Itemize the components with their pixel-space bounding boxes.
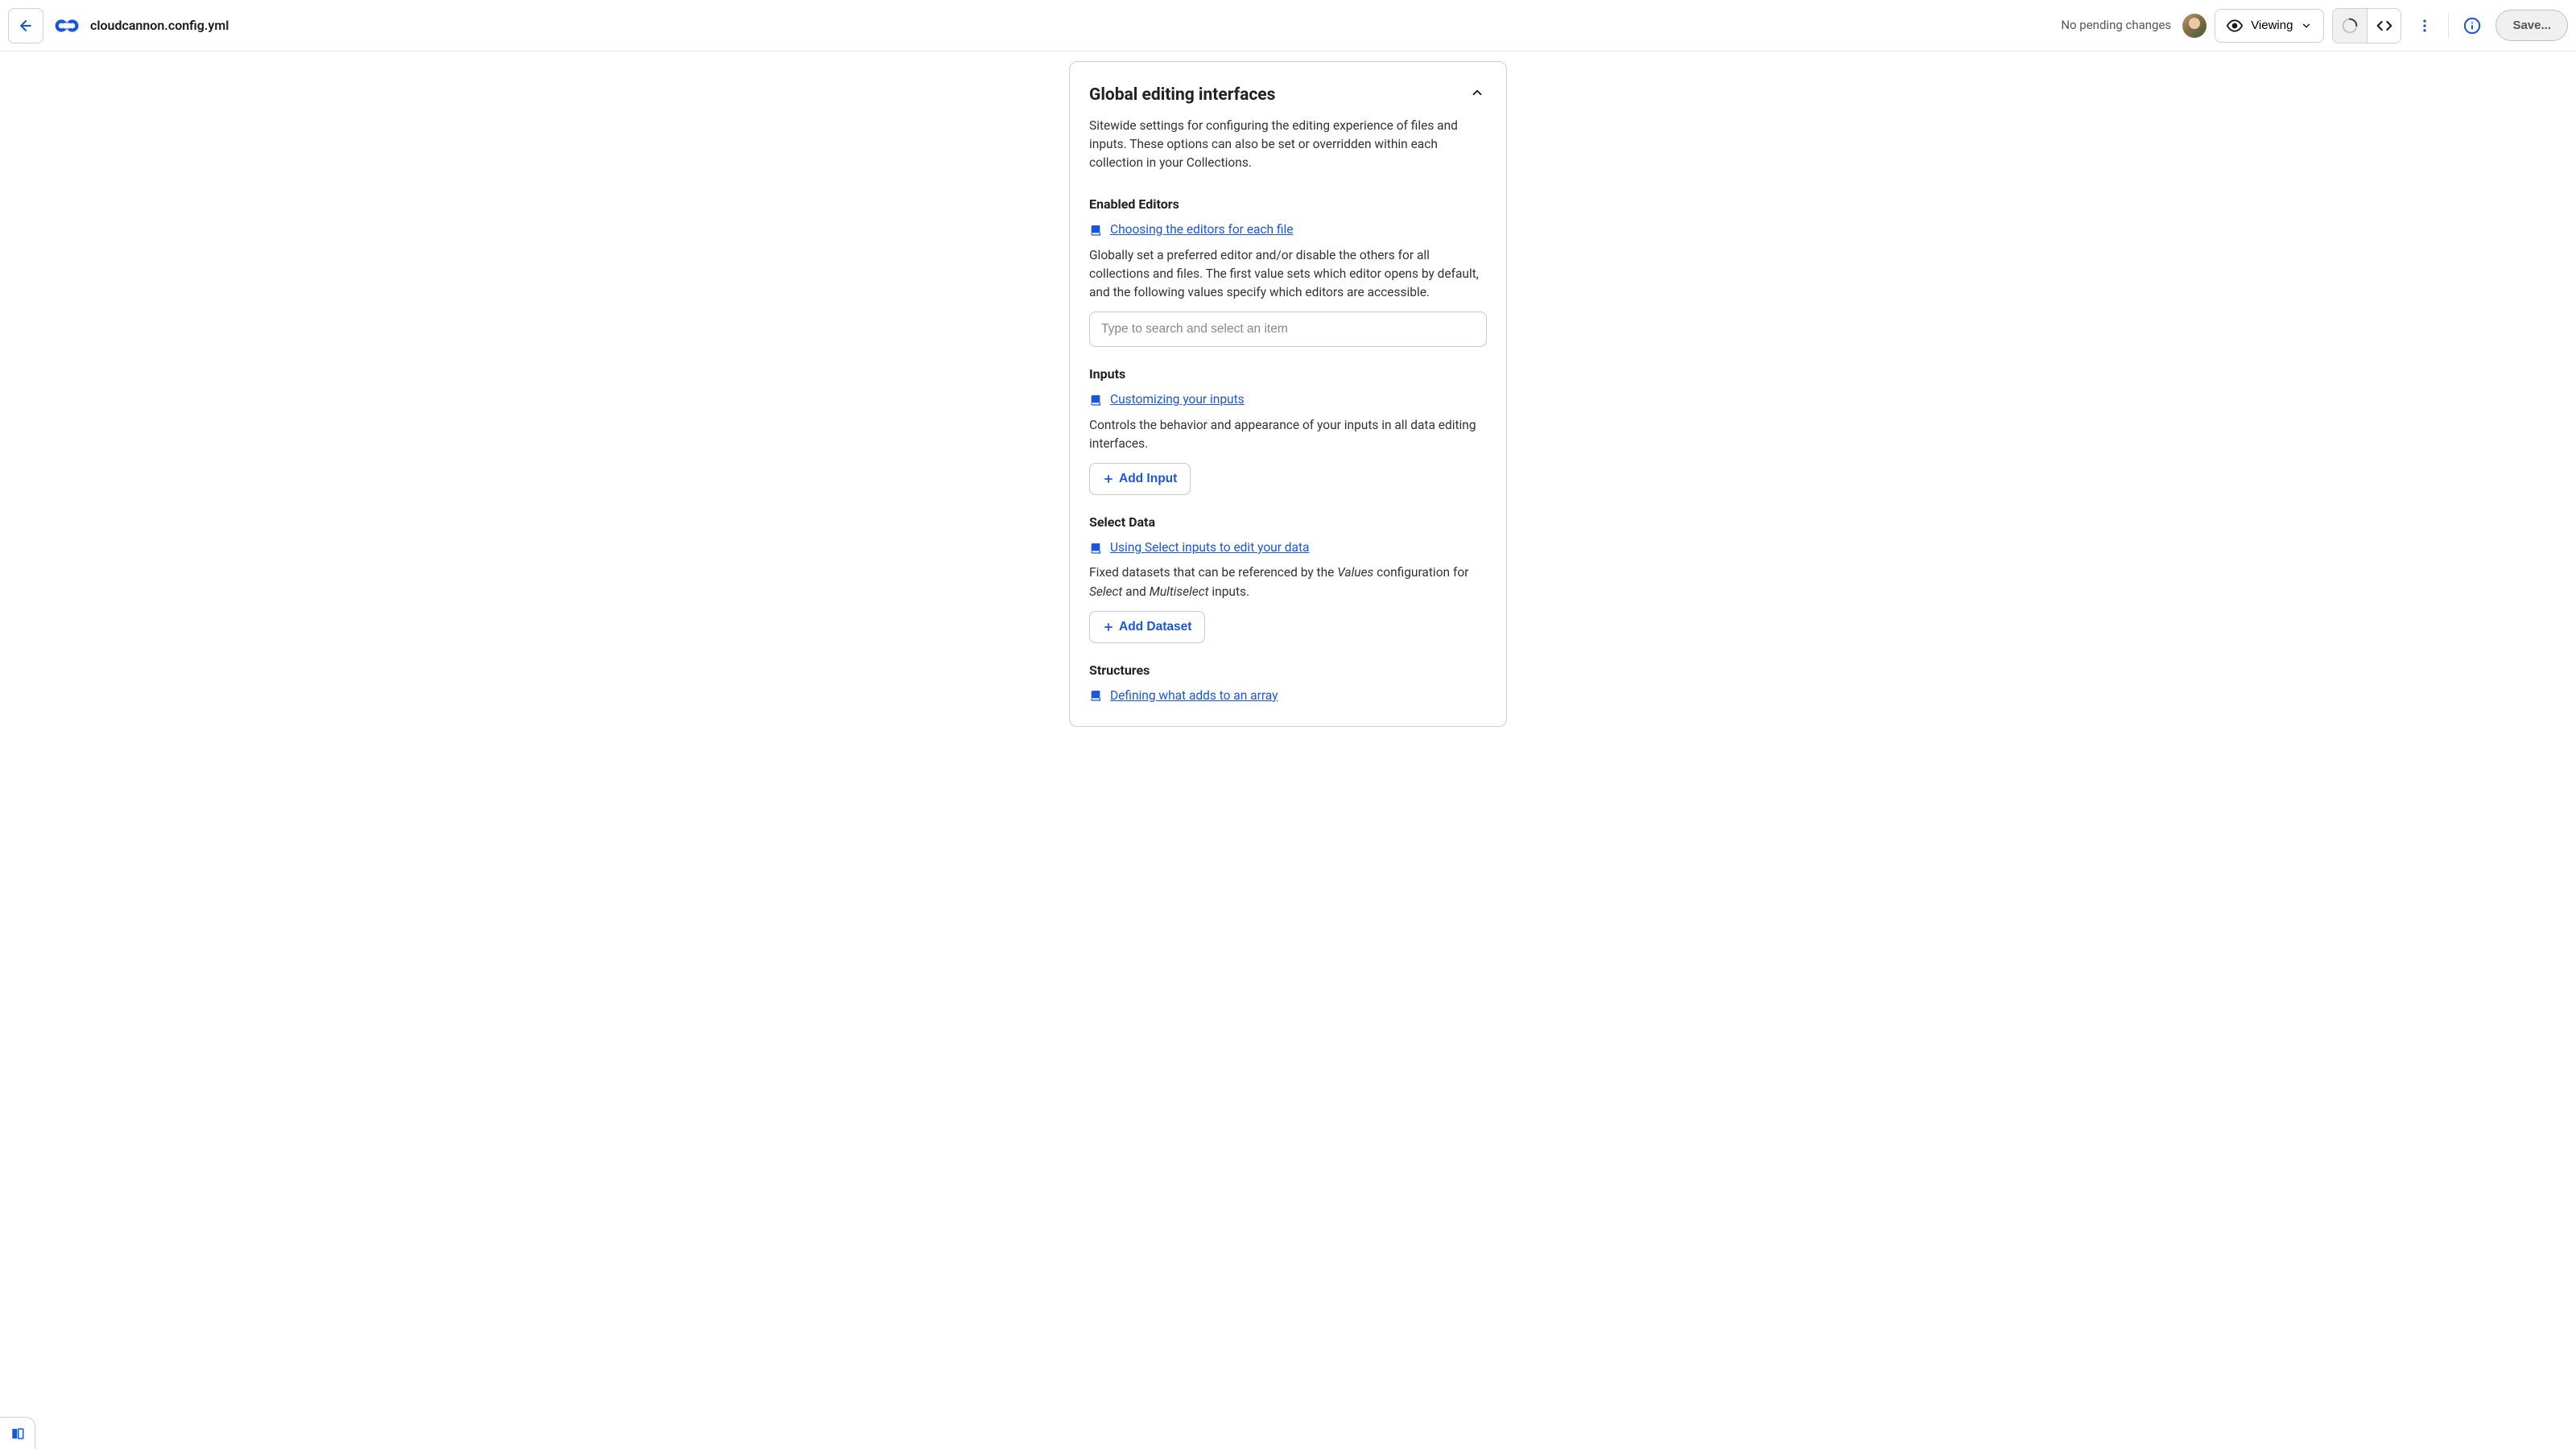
doc-link-inputs[interactable]: Customizing your inputs bbox=[1110, 390, 1245, 409]
card-description: Sitewide settings for configuring the ed… bbox=[1089, 117, 1487, 173]
save-button[interactable]: Save... bbox=[2496, 10, 2568, 41]
desc-text: Fixed datasets that can be referenced by… bbox=[1089, 565, 1337, 580]
book-icon bbox=[1089, 224, 1102, 237]
desc-text: inputs. bbox=[1209, 584, 1250, 599]
card-title: Global editing interfaces bbox=[1089, 83, 1275, 109]
section-title: Select Data bbox=[1089, 513, 1487, 532]
section-title: Enabled Editors bbox=[1089, 195, 1487, 214]
app-logo bbox=[53, 12, 80, 39]
desc-em: Values bbox=[1337, 565, 1373, 580]
viewing-label: Viewing bbox=[2251, 19, 2293, 32]
book-icon bbox=[1089, 689, 1102, 702]
arrow-left-icon bbox=[18, 18, 34, 34]
content-area: Global editing interfaces Sitewide setti… bbox=[0, 52, 2576, 727]
info-button[interactable] bbox=[2457, 10, 2487, 41]
filename: cloudcannon.config.yml bbox=[90, 16, 229, 35]
divider bbox=[2448, 14, 2449, 38]
more-menu-button[interactable] bbox=[2409, 10, 2440, 41]
back-button[interactable] bbox=[8, 8, 43, 43]
info-icon bbox=[2463, 17, 2481, 35]
code-icon bbox=[2376, 18, 2392, 34]
chevron-up-icon bbox=[1470, 85, 1484, 100]
plus-icon bbox=[1103, 621, 1114, 633]
desc-text: and bbox=[1122, 584, 1149, 599]
card-header: Global editing interfaces bbox=[1089, 83, 1487, 109]
section-title: Inputs bbox=[1089, 365, 1487, 384]
doc-link-row: Choosing the editors for each file bbox=[1089, 221, 1487, 239]
collapse-button[interactable] bbox=[1468, 83, 1487, 102]
app-header: cloudcannon.config.yml No pending change… bbox=[0, 0, 2576, 52]
section-description: Fixed datasets that can be referenced by… bbox=[1089, 564, 1487, 601]
pending-changes-label: No pending changes bbox=[2061, 16, 2171, 35]
doc-link-row: Using Select inputs to edit your data bbox=[1089, 539, 1487, 557]
add-input-button[interactable]: Add Input bbox=[1089, 463, 1191, 495]
spinner-icon bbox=[2342, 18, 2358, 34]
chevron-down-icon bbox=[2301, 20, 2312, 31]
doc-link-row: Defining what adds to an array bbox=[1089, 687, 1487, 705]
viewing-mode-button[interactable]: Viewing bbox=[2215, 9, 2324, 43]
section-enabled-editors: Enabled Editors Choosing the editors for… bbox=[1089, 195, 1487, 347]
enabled-editors-search-input[interactable] bbox=[1089, 312, 1487, 347]
header-left: cloudcannon.config.yml bbox=[8, 8, 229, 43]
section-inputs: Inputs Customizing your inputs Controls … bbox=[1089, 365, 1487, 495]
section-description: Controls the behavior and appearance of … bbox=[1089, 416, 1487, 454]
header-right: No pending changes Viewing Save... bbox=[2061, 8, 2568, 43]
section-structures: Structures Defining what adds to an arra… bbox=[1089, 661, 1487, 705]
add-dataset-label: Add Dataset bbox=[1119, 620, 1191, 634]
view-toggle-group bbox=[2332, 8, 2401, 43]
doc-link-structures[interactable]: Defining what adds to an array bbox=[1110, 687, 1278, 705]
doc-link-row: Customizing your inputs bbox=[1089, 390, 1487, 409]
section-description: Globally set a preferred editor and/or d… bbox=[1089, 246, 1487, 303]
desc-text: configuration for bbox=[1373, 565, 1468, 580]
panel-icon bbox=[10, 1426, 25, 1441]
avatar[interactable] bbox=[2182, 14, 2207, 38]
section-select-data: Select Data Using Select inputs to edit … bbox=[1089, 513, 1487, 643]
desc-em: Multiselect bbox=[1150, 584, 1209, 599]
form-view-toggle[interactable] bbox=[2333, 9, 2367, 43]
doc-link-select-data[interactable]: Using Select inputs to edit your data bbox=[1110, 539, 1310, 557]
code-view-toggle[interactable] bbox=[2367, 9, 2401, 43]
floating-panel-toggle[interactable] bbox=[0, 1417, 35, 1449]
plus-icon bbox=[1103, 473, 1114, 485]
section-title: Structures bbox=[1089, 661, 1487, 680]
doc-link-enabled-editors[interactable]: Choosing the editors for each file bbox=[1110, 221, 1294, 239]
eye-icon bbox=[2227, 18, 2243, 34]
book-icon bbox=[1089, 394, 1102, 407]
cloudcannon-logo-icon bbox=[53, 12, 80, 39]
desc-em: Select bbox=[1089, 584, 1122, 599]
add-dataset-button[interactable]: Add Dataset bbox=[1089, 611, 1205, 643]
book-icon bbox=[1089, 542, 1102, 555]
more-vertical-icon bbox=[2417, 18, 2433, 34]
add-input-label: Add Input bbox=[1119, 472, 1177, 486]
settings-card: Global editing interfaces Sitewide setti… bbox=[1069, 61, 1507, 727]
